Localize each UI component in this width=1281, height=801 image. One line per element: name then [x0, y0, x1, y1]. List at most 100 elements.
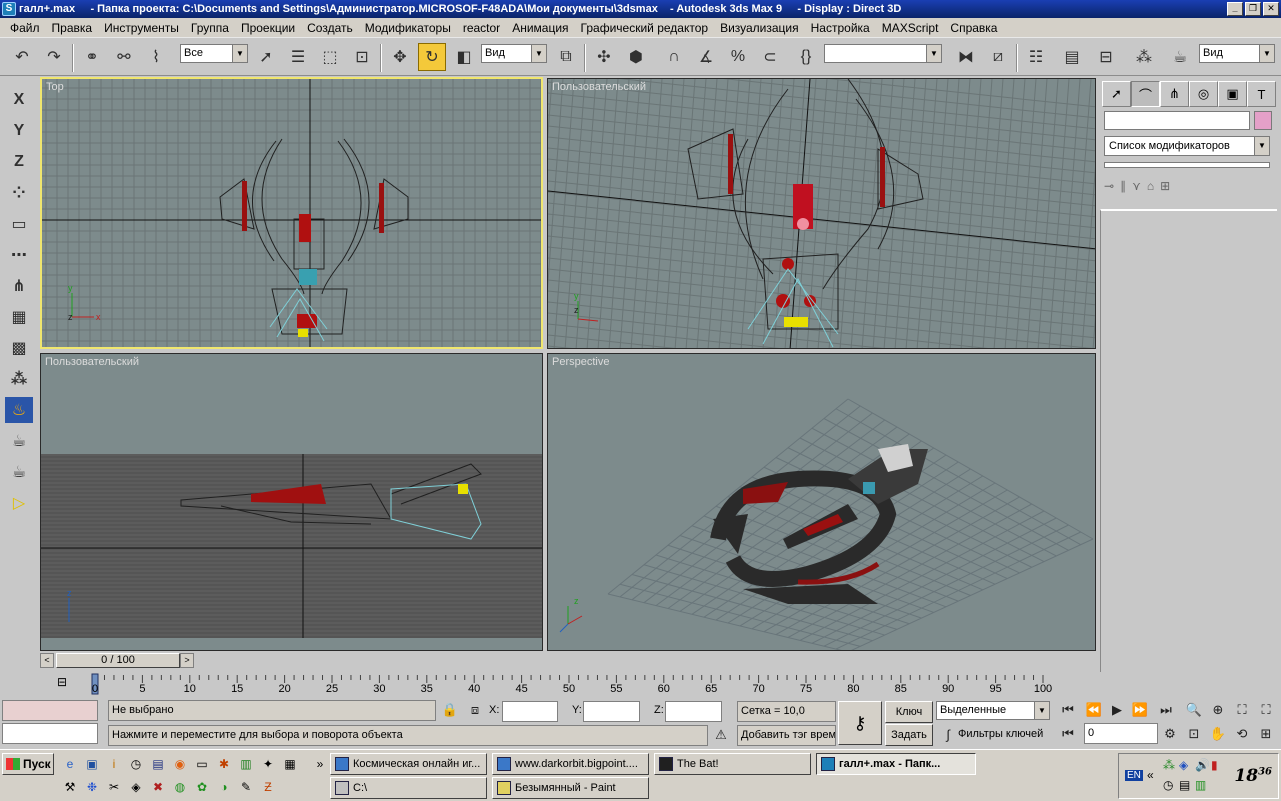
- time-tag-icon[interactable]: ⚠: [711, 727, 731, 743]
- maxscript-mini-field[interactable]: [2, 723, 98, 744]
- add-time-tag[interactable]: Добавить тэг врем: [737, 725, 836, 746]
- time-slider-next[interactable]: >: [180, 653, 194, 668]
- zoom-extents-icon[interactable]: ⛶: [1232, 702, 1252, 718]
- shield-icon[interactable]: ◈: [1179, 758, 1188, 772]
- modifier-stack[interactable]: [1104, 162, 1270, 168]
- play-animation-icon[interactable]: ▶: [1107, 702, 1127, 718]
- render-setup-icon[interactable]: ☕: [5, 428, 33, 454]
- tray-expand-icon[interactable]: «: [1147, 768, 1154, 782]
- select-object-icon[interactable]: ➚: [252, 43, 280, 71]
- key-mode-toggle-icon[interactable]: ⏮: [1058, 726, 1078, 742]
- menu-maxscript[interactable]: MAXScript: [876, 21, 945, 35]
- particle-system-icon[interactable]: ⁘: [5, 180, 33, 206]
- select-and-scale-icon[interactable]: ◧: [450, 43, 478, 71]
- task-space-game[interactable]: Космическая онлайн иг...: [330, 753, 487, 775]
- flash-icon[interactable]: ✱: [216, 756, 232, 772]
- cube-icon[interactable]: ◈: [128, 779, 144, 795]
- viewport-perspective[interactable]: z Perspective: [547, 353, 1096, 651]
- set-keys-icon[interactable]: ⚷: [838, 701, 882, 745]
- info-icon[interactable]: i: [106, 756, 122, 772]
- select-and-manipulate-icon[interactable]: ✣: [590, 43, 618, 71]
- edit-named-selections-icon[interactable]: {}: [792, 43, 820, 71]
- viewport-user-2[interactable]: z Пользовательский: [40, 353, 543, 651]
- motion-tab-icon[interactable]: ◎: [1189, 81, 1218, 107]
- task-darkorbit[interactable]: www.darkorbit.bigpoint....: [492, 753, 649, 775]
- time-slider-thumb[interactable]: 0 / 100: [56, 653, 180, 668]
- pencil-icon[interactable]: ✎: [238, 779, 254, 795]
- modify-tab-icon[interactable]: ⌒: [1131, 81, 1160, 107]
- pin-stack-icon[interactable]: ⊸: [1104, 179, 1114, 193]
- scissors-icon[interactable]: ✂: [106, 779, 122, 795]
- app-icon[interactable]: ▦: [282, 756, 298, 772]
- menu-file[interactable]: Файл: [4, 21, 46, 35]
- hierarchy-icon[interactable]: ⋔: [5, 273, 33, 299]
- taskbar-more-icon[interactable]: »: [312, 756, 328, 772]
- pan-view-icon[interactable]: ✋: [1208, 726, 1228, 742]
- menu-help[interactable]: Справка: [944, 21, 1003, 35]
- maximize-viewport-icon[interactable]: ⊞: [1256, 726, 1276, 742]
- array-icon[interactable]: ⋯: [5, 242, 33, 268]
- window-crossing-icon[interactable]: ⊡: [348, 43, 376, 71]
- y-coordinate-field[interactable]: [583, 701, 640, 722]
- menu-rendering[interactable]: Визуализация: [714, 21, 805, 35]
- named-selection-dropdown[interactable]: [824, 44, 942, 63]
- play-icon[interactable]: ▷: [5, 490, 33, 516]
- restrict-z-icon[interactable]: Z: [5, 149, 33, 175]
- key-filters-button[interactable]: Фильтры ключей: [958, 724, 1054, 746]
- rectangular-selection-icon[interactable]: ⬚: [316, 43, 344, 71]
- bind-space-warp-icon[interactable]: ⌇: [142, 43, 170, 71]
- go-to-start-icon[interactable]: ⏮: [1058, 702, 1078, 718]
- icq-icon[interactable]: ✿: [194, 779, 210, 795]
- hierarchy-tab-icon[interactable]: ⋔: [1160, 81, 1189, 107]
- viewport-top[interactable]: y x z Top: [40, 77, 543, 349]
- network-icon[interactable]: ⁂: [1163, 758, 1175, 772]
- select-and-rotate-icon[interactable]: ↻: [418, 43, 446, 71]
- zoom-all-icon[interactable]: ⊕: [1208, 702, 1228, 718]
- zoom-icon[interactable]: 🔍: [1184, 702, 1204, 718]
- menu-graph-editors[interactable]: Графический редактор: [575, 21, 715, 35]
- menu-group[interactable]: Группа: [185, 21, 235, 35]
- viewport-label-top[interactable]: Top: [46, 81, 64, 93]
- schematic-view-icon[interactable]: ⊟: [1092, 43, 1120, 71]
- remove-modifier-icon[interactable]: ⌂: [1147, 179, 1154, 193]
- field-of-view-icon[interactable]: ⊡: [1184, 726, 1204, 742]
- render-scene-icon[interactable]: ☕: [1166, 43, 1194, 71]
- snaps-toggle-icon[interactable]: ∩: [660, 43, 688, 71]
- render-view-dropdown[interactable]: Вид: [1199, 44, 1275, 63]
- texture-icon[interactable]: ▩: [5, 335, 33, 361]
- restrict-y-icon[interactable]: Y: [5, 118, 33, 144]
- ie-icon[interactable]: e: [62, 756, 78, 772]
- menu-modifiers[interactable]: Модификаторы: [359, 21, 457, 35]
- tray-app-icon[interactable]: ▮: [1211, 758, 1218, 772]
- track-bar[interactable]: ⊟ 0 5 10 15 20 25 30 35 40 45 50 55 60 65 70 75 80 85 90 95…: [0, 672, 1281, 698]
- auto-key-button[interactable]: Ключ: [885, 701, 933, 723]
- create-tab-icon[interactable]: ➚: [1102, 81, 1131, 107]
- printer-icon[interactable]: ▤: [1179, 778, 1190, 792]
- time-configuration-icon[interactable]: ⚙: [1160, 726, 1180, 742]
- clock-tray-icon[interactable]: ◷: [1163, 778, 1173, 792]
- redo-icon[interactable]: ↷: [40, 43, 68, 71]
- x-coordinate-field[interactable]: [502, 701, 558, 722]
- materials-icon[interactable]: ⁂: [5, 366, 33, 392]
- time-slider-prev[interactable]: <: [40, 653, 54, 668]
- maximize-button[interactable]: ❐: [1245, 2, 1261, 16]
- start-button[interactable]: Пуск: [2, 753, 54, 775]
- quick-render-icon[interactable]: ☕: [5, 459, 33, 485]
- task-paint[interactable]: Безымянный - Paint: [492, 777, 649, 799]
- utilities-tab-icon[interactable]: T: [1247, 81, 1276, 107]
- messenger-icon[interactable]: ❉: [84, 779, 100, 795]
- angle-snap-icon[interactable]: ∡: [692, 43, 720, 71]
- selection-lock-icon[interactable]: 🔒: [440, 702, 460, 718]
- select-and-link-icon[interactable]: ⚭: [78, 43, 106, 71]
- save-icon[interactable]: ▤: [150, 756, 166, 772]
- object-name-field[interactable]: [1104, 111, 1250, 130]
- ruler-icon[interactable]: ▭: [5, 211, 33, 237]
- make-unique-icon[interactable]: ⋎: [1132, 179, 1141, 193]
- unlink-icon[interactable]: ⚯: [110, 43, 138, 71]
- menu-edit[interactable]: Правка: [46, 21, 99, 35]
- show-end-result-icon[interactable]: ∥: [1120, 179, 1126, 193]
- objects-icon[interactable]: ▦: [5, 304, 33, 330]
- current-frame-field[interactable]: 0: [1084, 723, 1158, 744]
- key-mode-dropdown[interactable]: Выделенные: [936, 701, 1050, 720]
- fire-effect-icon[interactable]: ♨: [5, 397, 33, 423]
